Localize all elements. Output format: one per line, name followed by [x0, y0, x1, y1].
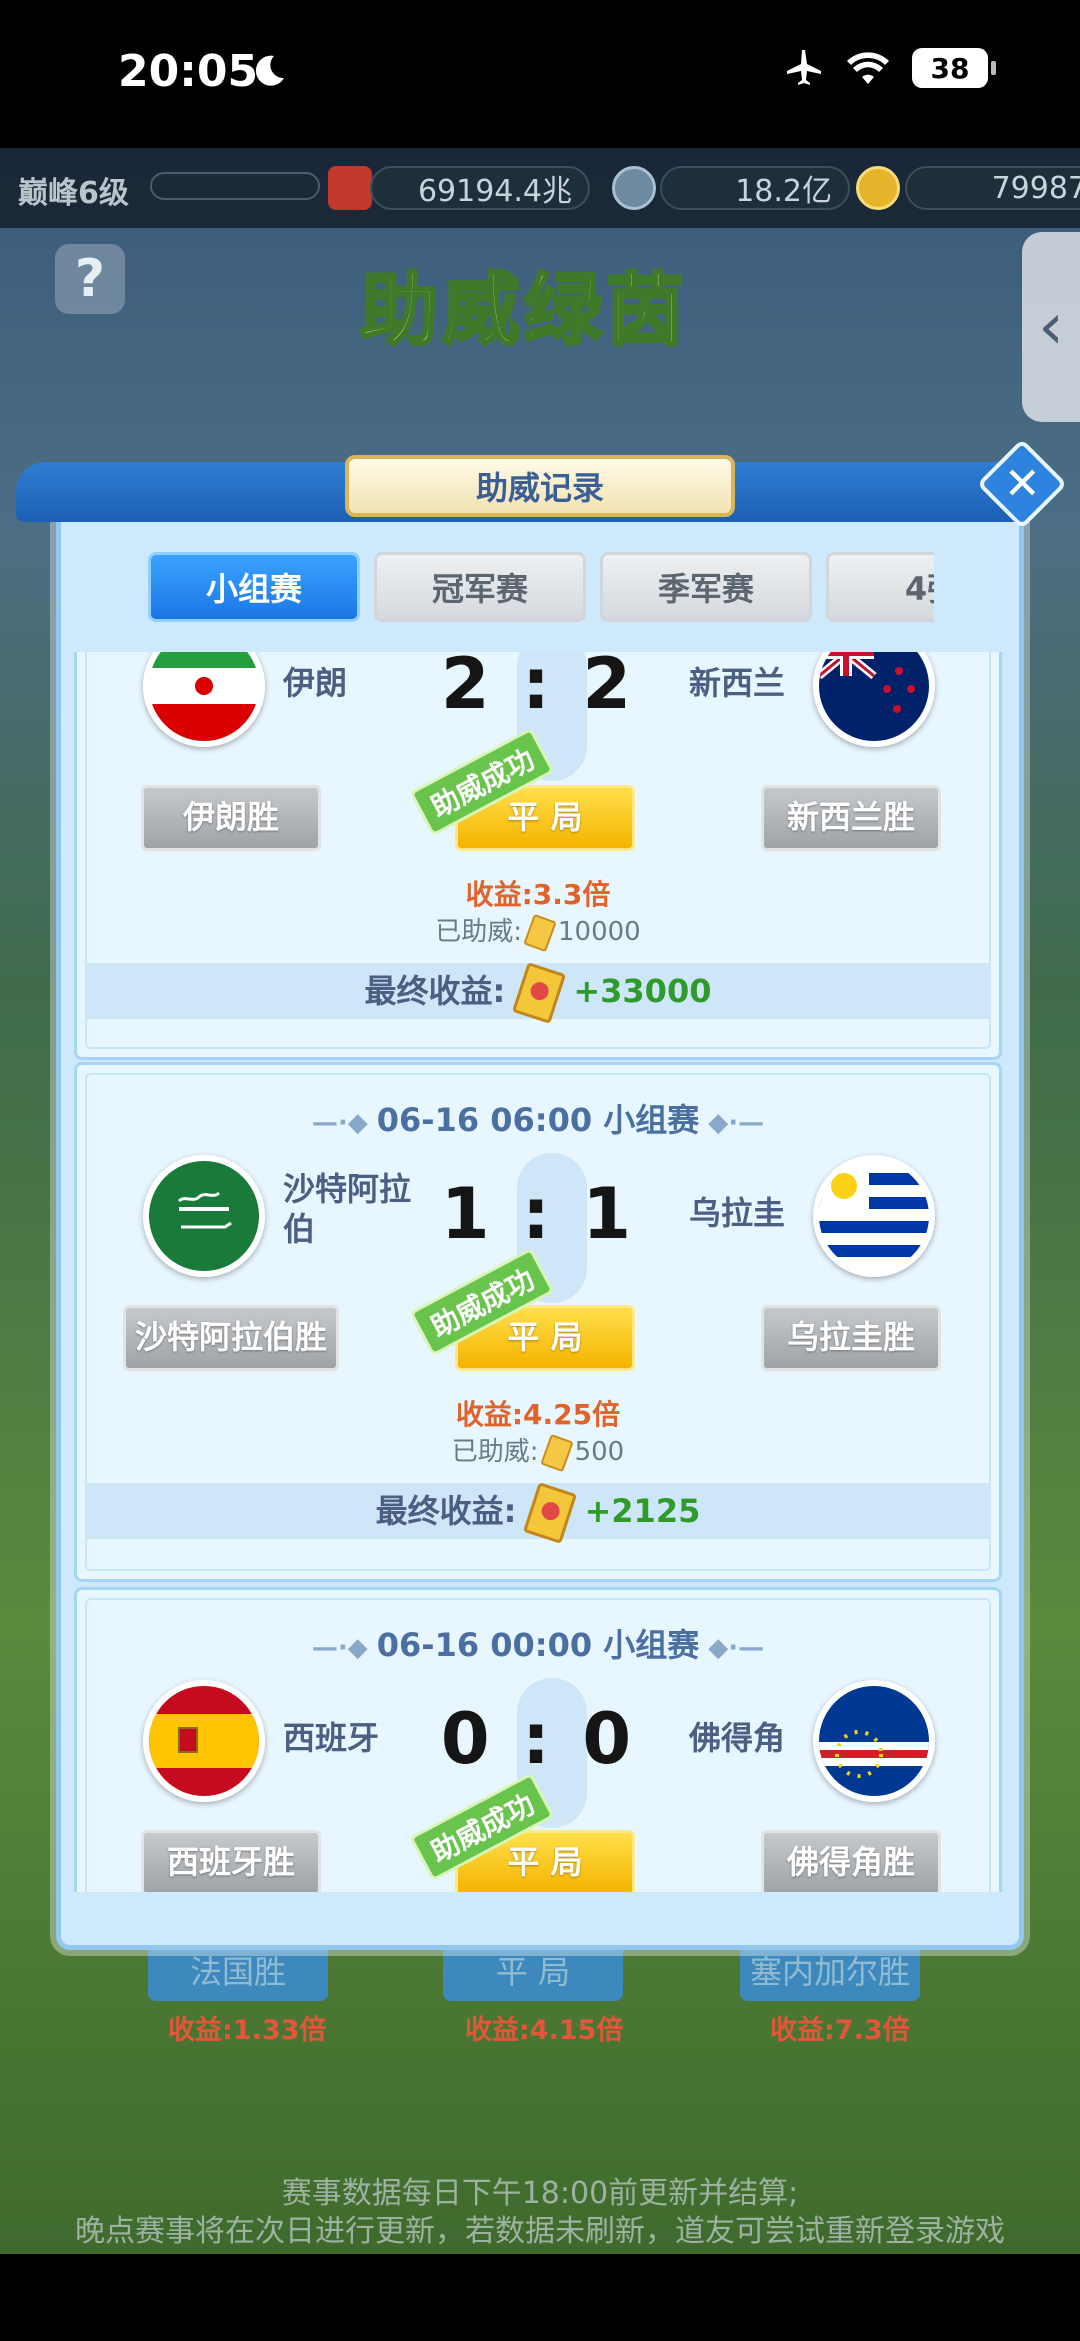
page-title: 助威绿茵 — [358, 265, 689, 358]
bg-odds-1: 收益:1.33倍 — [168, 2015, 327, 2046]
moon-icon — [255, 55, 284, 86]
tab-quarter-final[interactable]: 4强 — [826, 552, 934, 622]
close-icon: ✕ — [1003, 458, 1041, 509]
ticket-icon — [523, 1482, 578, 1544]
gold-ingot-icon — [856, 166, 900, 210]
silver-value: 18.2亿 — [660, 166, 850, 210]
power-icon — [328, 166, 372, 210]
final-gain-row: 最终收益: +2125 — [85, 1482, 991, 1544]
tab-third-place[interactable]: 季军赛 — [600, 552, 812, 622]
odds-label: 收益:4.25倍 — [455, 1398, 621, 1431]
wifi-icon — [847, 52, 889, 84]
ticket-icon — [512, 962, 567, 1024]
uruguay-flag-icon — [813, 1155, 935, 1277]
bg-odds-3: 收益:7.3倍 — [770, 2015, 910, 2046]
level-label: 巅峰6级 — [18, 176, 129, 211]
home-win-button[interactable]: 西班牙胜 — [141, 1830, 321, 1892]
clock: 20:05 — [118, 46, 259, 97]
airplane-icon — [787, 50, 821, 85]
status-bar: 20:05 38 — [0, 0, 1080, 148]
bottom-bar — [0, 2254, 1080, 2341]
resource-bar: 巅峰6级 69194.4兆 18.2亿 79987 — [0, 148, 1080, 228]
away-win-button[interactable]: 新西兰胜 — [761, 785, 941, 851]
home-win-button[interactable]: 伊朗胜 — [141, 785, 321, 851]
bg-odds-2: 收益:4.15倍 — [465, 2015, 624, 2046]
staked-amount: 已助威: 10000 — [77, 911, 999, 952]
away-win-button[interactable]: 乌拉圭胜 — [761, 1305, 941, 1371]
match-card: —·◆ 06-16 00:00 小组赛 ◆·— 西班牙 0 : 0 佛得角 西班… — [74, 1587, 1002, 1892]
modal-title: 助威记录 — [345, 455, 735, 517]
match-card: 伊朗 2 : 2 新西兰 伊朗胜 平 局 助威成功 新西兰胜 收益:3.3倍 已… — [74, 652, 1002, 1060]
match-time-header: —·◆ 06-16 06:00 小组赛 ◆·— — [311, 1101, 765, 1139]
odds-label: 收益:3.3倍 — [465, 878, 611, 911]
power-value: 69194.4兆 — [370, 166, 590, 210]
bg-draw-button: 平 局 — [443, 1943, 623, 2001]
match-time-header: —·◆ 06-16 00:00 小组赛 ◆·— — [311, 1626, 765, 1664]
away-team-name: 佛得角 — [689, 1719, 786, 1757]
notice-line-2: 晚点赛事将在次日进行更新，若数据未刷新，道友可尝试重新登录游戏 — [75, 2214, 1005, 2249]
stage-tabs: 小组赛 冠军赛 季军赛 4强 — [148, 552, 934, 622]
cape-verde-flag-icon — [813, 1680, 935, 1802]
tab-final[interactable]: 冠军赛 — [374, 552, 586, 622]
side-panel-toggle[interactable]: ‹ — [1022, 232, 1080, 422]
tab-group-stage[interactable]: 小组赛 — [148, 552, 360, 622]
home-win-button[interactable]: 沙特阿拉伯胜 — [123, 1305, 339, 1371]
battery-indicator: 38 — [912, 48, 996, 88]
away-team-name: 新西兰 — [689, 664, 786, 702]
ticket-icon — [539, 1433, 574, 1472]
staked-amount: 已助威: 500 — [77, 1431, 999, 1472]
bg-home-win-button: 法国胜 — [148, 1943, 328, 2001]
ticket-icon — [523, 913, 557, 952]
gold-value: 79987 — [905, 166, 1080, 210]
silver-coin-icon — [612, 166, 656, 210]
final-gain-row: 最终收益: +33000 — [85, 962, 991, 1024]
away-team-name: 乌拉圭 — [689, 1194, 786, 1232]
help-button[interactable]: ? — [55, 244, 125, 314]
xp-bar — [150, 172, 320, 200]
match-record-list[interactable]: 伊朗 2 : 2 新西兰 伊朗胜 平 局 助威成功 新西兰胜 收益:3.3倍 已… — [70, 652, 1010, 1892]
match-card: —·◆ 06-16 06:00 小组赛 ◆·— 沙特阿拉伯 1 : 1 乌拉圭 … — [74, 1062, 1002, 1582]
bg-away-win-button: 塞内加尔胜 — [740, 1943, 920, 2001]
away-win-button[interactable]: 佛得角胜 — [761, 1830, 941, 1892]
